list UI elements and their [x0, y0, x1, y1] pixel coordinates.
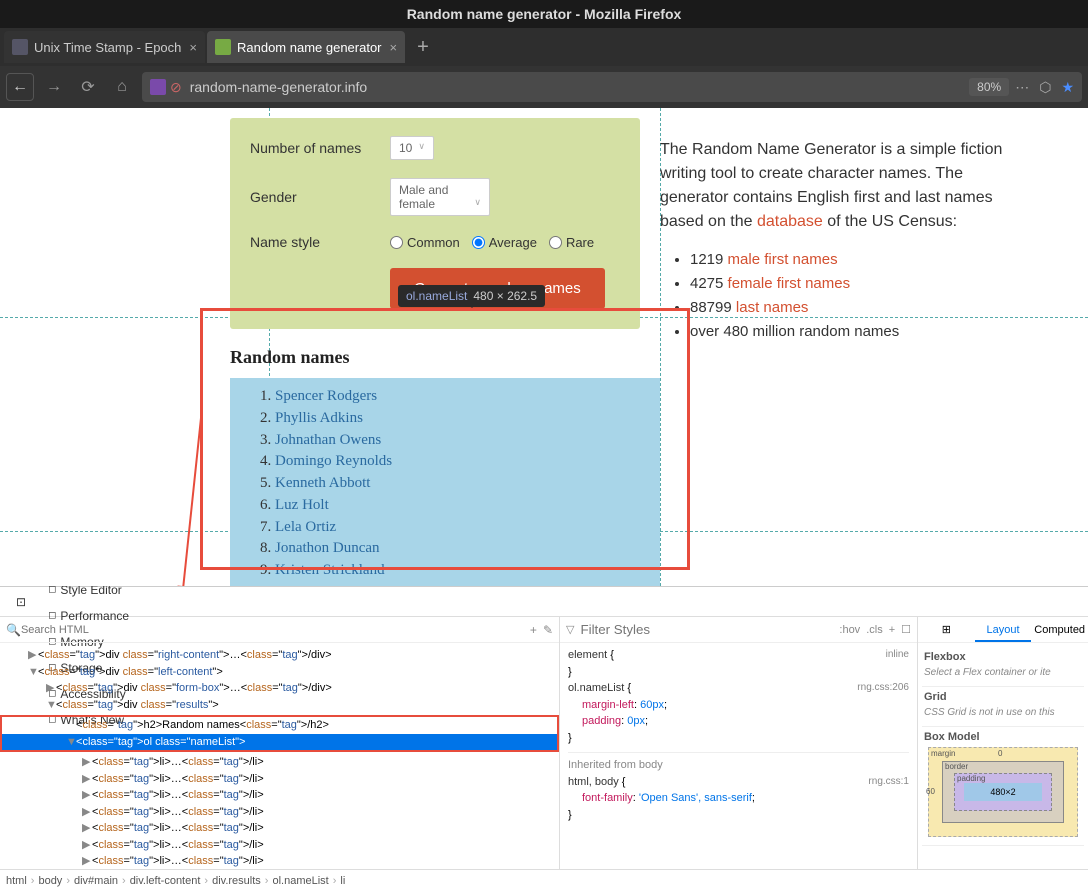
- browser-navbar: ← → ⟳ ⌂ ⊘ random-name-generator.info 80%…: [0, 66, 1088, 108]
- zoom-badge[interactable]: 80%: [969, 78, 1009, 96]
- forward-button[interactable]: →: [40, 73, 68, 101]
- add-rule-button[interactable]: +: [889, 624, 895, 636]
- num-names-label: Number of names: [250, 140, 390, 156]
- stat-item: 88799 last names: [690, 296, 1020, 320]
- layout-grid-icon[interactable]: ⊞: [918, 617, 975, 642]
- gender-select[interactable]: Male and female ∨: [390, 178, 490, 216]
- dom-node[interactable]: ▶<class="tag">li>…<class="tag">/li>: [0, 804, 559, 821]
- inspector-rules-panel: ▽ :hov .cls + ☐ element { inline}ol.name…: [560, 617, 918, 869]
- name-item[interactable]: Timothy Cobb: [275, 582, 660, 586]
- pocket-icon[interactable]: ⬡: [1039, 79, 1051, 96]
- new-tab-button[interactable]: +: [407, 36, 439, 59]
- back-button[interactable]: ←: [6, 73, 34, 101]
- dom-node[interactable]: <class="tag">h2>Random names<class="tag"…: [2, 717, 557, 734]
- dom-node[interactable]: ▶<class="tag">li>…<class="tag">/li>: [0, 853, 559, 869]
- hov-toggle[interactable]: :hov: [839, 624, 860, 636]
- insecure-icon: ⊘: [170, 79, 182, 96]
- intro-text: The Random Name Generator is a simple fi…: [660, 138, 1020, 234]
- crumb-item[interactable]: li: [340, 875, 345, 887]
- boxmodel-heading: Box Model: [924, 731, 1082, 743]
- stat-link[interactable]: last names: [736, 299, 809, 316]
- stats-list: 1219 male first names4275 female first n…: [660, 248, 1020, 344]
- dom-node[interactable]: ▼<class="tag">div class="left-content">: [0, 664, 559, 681]
- radio-common[interactable]: Common: [390, 235, 460, 250]
- tab-unixtime[interactable]: Unix Time Stamp - Epoch ×: [4, 31, 205, 63]
- browser-tabbar: Unix Time Stamp - Epoch × Random name ge…: [0, 28, 1088, 66]
- crumb-item[interactable]: ol.nameList: [272, 875, 328, 887]
- crumb-item[interactable]: div.results: [212, 875, 261, 887]
- inspector-tooltip: ol.nameList 480 × 262.5: [398, 285, 545, 307]
- home-button[interactable]: ⌂: [108, 73, 136, 101]
- stat-link[interactable]: female first names: [728, 275, 851, 292]
- close-icon[interactable]: ×: [390, 40, 398, 55]
- favicon-icon: [215, 39, 231, 55]
- stat-item: 4275 female first names: [690, 272, 1020, 296]
- picker-button[interactable]: ⊡: [6, 589, 36, 615]
- dom-node[interactable]: ▶<class="tag">li>…<class="tag">/li>: [0, 837, 559, 854]
- page-viewport: Number of names 10 ∨ Gender Male and fem…: [0, 108, 1088, 586]
- tab-random-name[interactable]: Random name generator ×: [207, 31, 405, 63]
- grid-text: CSS Grid is not in use on this: [924, 703, 1082, 722]
- crumb-item[interactable]: html: [6, 875, 27, 887]
- breadcrumb[interactable]: html›body›div#main›div.left-content›div.…: [0, 869, 1088, 891]
- add-node-button[interactable]: +: [524, 623, 543, 637]
- dom-tree[interactable]: ▶<class="tag">div class="right-content">…: [0, 643, 559, 869]
- right-column: The Random Name Generator is a simple fi…: [660, 118, 1040, 586]
- url-text: random-name-generator.info: [190, 79, 367, 95]
- radio-rare[interactable]: Rare: [549, 235, 594, 250]
- flexbox-heading: Flexbox: [924, 651, 1082, 663]
- devtools-tabbar: ⊡ ◻ Inspector◻ Console◻ Debugger◻ Networ…: [0, 587, 1088, 617]
- box-model-diagram: margin border padding 480×2 60 0: [928, 747, 1078, 837]
- dom-node[interactable]: ▶<class="tag">li>…<class="tag">/li>: [0, 754, 559, 771]
- cls-toggle[interactable]: .cls: [866, 624, 883, 636]
- css-rules[interactable]: element { inline}ol.nameList { rng.css:2…: [560, 643, 917, 869]
- search-icon: 🔍: [6, 623, 21, 637]
- layout-tab-computed[interactable]: Computed: [1031, 617, 1088, 642]
- style-label: Name style: [250, 234, 390, 250]
- tab-title: Unix Time Stamp - Epoch: [34, 40, 181, 55]
- layout-tab-layout[interactable]: Layout: [975, 617, 1032, 642]
- annotation-name-list-box: [200, 308, 690, 570]
- stat-item: over 480 million random names: [690, 320, 1020, 344]
- dom-node[interactable]: ▼<class="tag">div class="results">: [0, 697, 559, 714]
- favicon-icon: [12, 39, 28, 55]
- database-link[interactable]: database: [757, 213, 823, 230]
- flexbox-text: Select a Flex container or ite: [924, 663, 1082, 682]
- dom-node[interactable]: ▼<class="tag">ol class="nameList">: [2, 734, 557, 751]
- filter-styles-input[interactable]: [580, 622, 833, 637]
- devtools: ⊡ ◻ Inspector◻ Console◻ Debugger◻ Networ…: [0, 586, 1088, 891]
- gender-label: Gender: [250, 189, 390, 205]
- grid-heading: Grid: [924, 691, 1082, 703]
- stat-item: 1219 male first names: [690, 248, 1020, 272]
- radio-average[interactable]: Average: [472, 235, 537, 250]
- stat-link[interactable]: male first names: [728, 251, 838, 268]
- tab-title: Random name generator: [237, 40, 382, 55]
- crumb-item[interactable]: div#main: [74, 875, 118, 887]
- filter-icon: ▽: [566, 623, 574, 636]
- dom-node[interactable]: ▶<class="tag">div class="form-box">…<cla…: [0, 680, 559, 697]
- dom-node[interactable]: ▶<class="tag">div class="right-content">…: [0, 647, 559, 664]
- window-titlebar: Random name generator - Mozilla Firefox: [0, 0, 1088, 28]
- crumb-item[interactable]: body: [38, 875, 62, 887]
- num-names-select[interactable]: 10 ∨: [390, 136, 434, 160]
- eyedropper-icon[interactable]: ✎: [543, 623, 553, 637]
- close-icon[interactable]: ×: [189, 40, 197, 55]
- dom-node[interactable]: ▶<class="tag">li>…<class="tag">/li>: [0, 787, 559, 804]
- url-bar[interactable]: ⊘ random-name-generator.info 80% ⋯ ⬡ ★: [142, 72, 1082, 102]
- inspector-html-panel: 🔍 + ✎ ▶<class="tag">div class="right-con…: [0, 617, 560, 869]
- reload-button[interactable]: ⟳: [74, 73, 102, 101]
- meatball-icon[interactable]: ⋯: [1015, 79, 1029, 96]
- bookmark-star-icon[interactable]: ★: [1061, 79, 1074, 96]
- crumb-item[interactable]: div.left-content: [130, 875, 201, 887]
- search-html-input[interactable]: [21, 624, 524, 636]
- dom-node[interactable]: ▶<class="tag">li>…<class="tag">/li>: [0, 771, 559, 788]
- shield-icon: [150, 79, 166, 95]
- dom-node[interactable]: ▶<class="tag">li>…<class="tag">/li>: [0, 820, 559, 837]
- inspector-layout-panel: ⊞ Layout Computed Flexbox Select a Flex …: [918, 617, 1088, 869]
- print-sim-icon[interactable]: ☐: [901, 623, 911, 636]
